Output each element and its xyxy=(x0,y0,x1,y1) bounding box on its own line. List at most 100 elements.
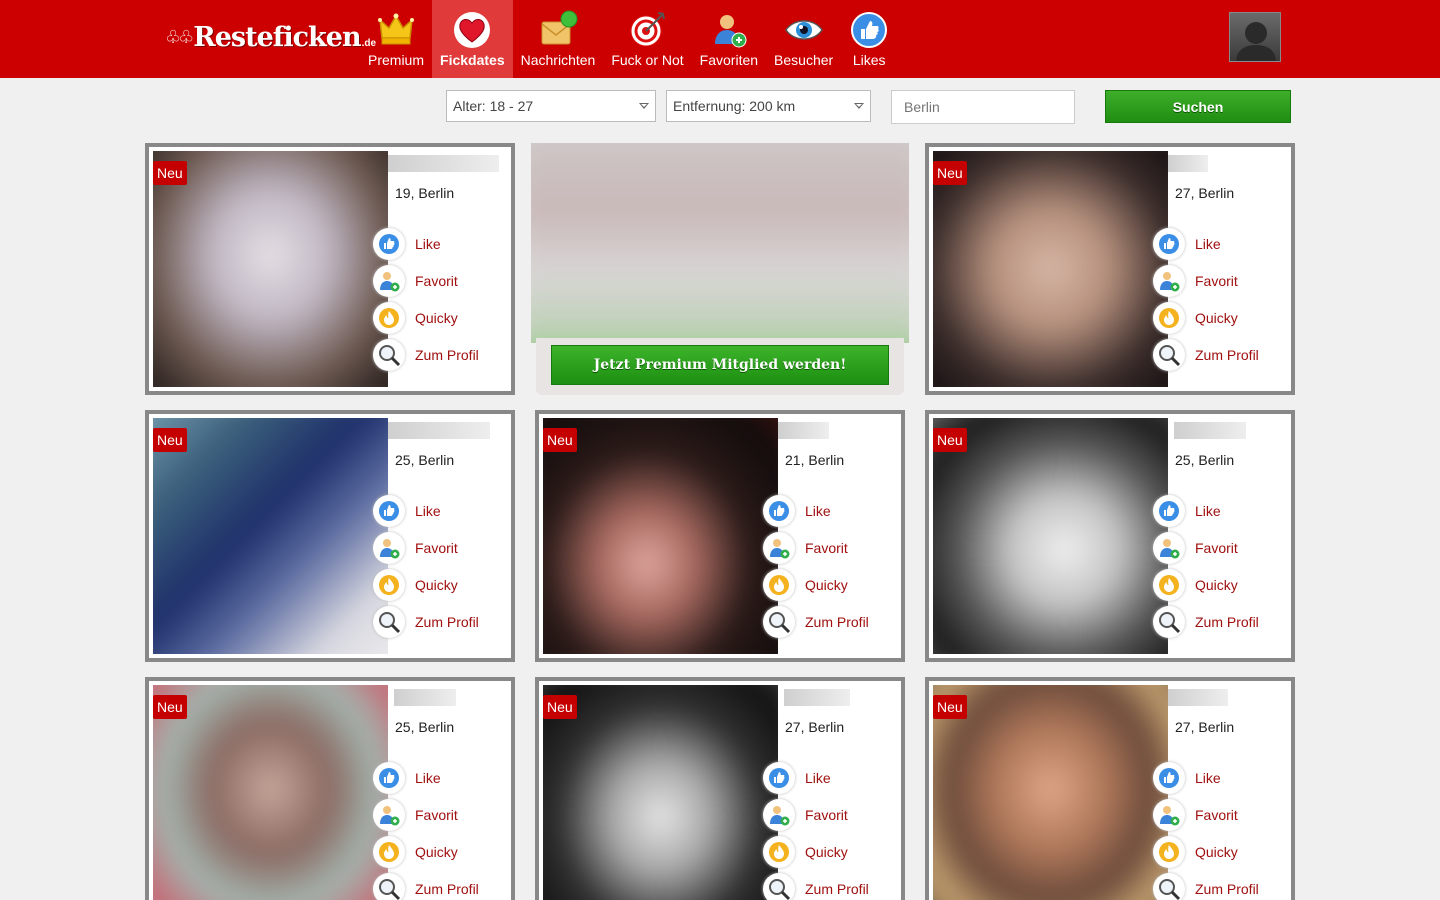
nav-label: Fuck or Not xyxy=(611,52,684,68)
quicky-action[interactable]: Quicky xyxy=(763,566,869,603)
quicky-action[interactable]: Quicky xyxy=(373,833,479,870)
like-action[interactable]: Like xyxy=(1153,759,1259,796)
favorit-action[interactable]: Favorit xyxy=(373,529,479,566)
action-label: Like xyxy=(415,769,441,786)
profile-photo[interactable] xyxy=(933,418,1168,654)
action-label: Zum Profil xyxy=(415,613,479,630)
nav-favoriten[interactable]: Favoriten xyxy=(692,0,766,78)
flame-icon xyxy=(373,568,405,601)
user-avatar[interactable] xyxy=(1229,12,1281,62)
profile-actions: Like Favorit Quicky Zum Profil xyxy=(373,225,479,373)
profile-photo[interactable] xyxy=(543,418,778,654)
user-silhouette-icon xyxy=(1236,22,1276,61)
magnifier-icon xyxy=(763,872,795,900)
nav-premium[interactable]: Premium xyxy=(360,0,432,78)
new-badge: Neu xyxy=(933,161,967,185)
favorit-action[interactable]: Favorit xyxy=(1153,262,1259,299)
thumbs-up-icon xyxy=(1153,227,1185,260)
profile-card[interactable]: Neu 21, Berlin Like Favorit Quicky Zum P… xyxy=(535,410,905,662)
action-label: Favorit xyxy=(1195,272,1238,289)
favorit-action[interactable]: Favorit xyxy=(763,796,869,833)
thumbs-up-icon xyxy=(1153,761,1185,794)
profile-card[interactable]: Neu 25, Berlin Like Favorit Quicky Zum P… xyxy=(925,410,1295,662)
profile-photo[interactable] xyxy=(153,685,388,900)
age-city: 21, Berlin xyxy=(785,452,845,468)
action-label: Like xyxy=(1195,502,1221,519)
profile-card[interactable]: Neu 25, Berlin Like Favorit Quicky Zum P… xyxy=(145,677,515,900)
profile-photo[interactable] xyxy=(543,685,778,900)
flame-icon xyxy=(373,301,405,334)
profile-action[interactable]: Zum Profil xyxy=(763,870,869,900)
like-action[interactable]: Like xyxy=(763,759,869,796)
profile-action[interactable]: Zum Profil xyxy=(763,603,869,640)
action-label: Zum Profil xyxy=(1195,346,1259,363)
quicky-action[interactable]: Quicky xyxy=(763,833,869,870)
nav-label: Favoriten xyxy=(699,52,759,68)
thumbs-up-icon xyxy=(373,494,405,527)
age-city: 27, Berlin xyxy=(1175,719,1235,735)
name-placeholder xyxy=(784,689,850,706)
action-label: Zum Profil xyxy=(1195,880,1259,897)
logo-mark: ♧♧ xyxy=(165,26,194,48)
profile-card[interactable]: Neu 27, Berlin Like Favorit Quicky Zum P… xyxy=(925,143,1295,395)
magnifier-icon xyxy=(1153,338,1185,371)
favorit-action[interactable]: Favorit xyxy=(373,796,479,833)
thumbs-up-icon xyxy=(763,761,795,794)
action-label: Zum Profil xyxy=(805,880,869,897)
profile-action[interactable]: Zum Profil xyxy=(1153,870,1259,900)
messages-icon xyxy=(538,10,578,50)
profile-photo[interactable] xyxy=(153,418,388,654)
favorit-action[interactable]: Favorit xyxy=(1153,529,1259,566)
distance-select[interactable]: Entfernung: 200 km xyxy=(666,90,871,122)
profile-action[interactable]: Zum Profil xyxy=(373,603,479,640)
profile-photo[interactable] xyxy=(933,151,1168,387)
like-action[interactable]: Like xyxy=(373,492,479,529)
like-action[interactable]: Like xyxy=(763,492,869,529)
like-action[interactable]: Like xyxy=(373,759,479,796)
profile-card[interactable]: Neu 19, Berlin Like Favorit Quicky Zum P… xyxy=(145,143,515,395)
profile-action[interactable]: Zum Profil xyxy=(373,870,479,900)
like-action[interactable]: Like xyxy=(1153,225,1259,262)
profile-card[interactable]: Neu 27, Berlin Like Favorit Quicky Zum P… xyxy=(535,677,905,900)
quicky-action[interactable]: Quicky xyxy=(1153,566,1259,603)
like-action[interactable]: Like xyxy=(1153,492,1259,529)
quicky-action[interactable]: Quicky xyxy=(1153,299,1259,336)
nav-nachrichten[interactable]: Nachrichten xyxy=(513,0,604,78)
age-select[interactable]: Alter: 18 - 27 xyxy=(446,90,656,122)
profile-action[interactable]: Zum Profil xyxy=(1153,336,1259,373)
quicky-action[interactable]: Quicky xyxy=(373,299,479,336)
premium-upgrade-button[interactable]: Jetzt Premium Mitglied werden! xyxy=(551,345,889,385)
like-action[interactable]: Like xyxy=(373,225,479,262)
quicky-action[interactable]: Quicky xyxy=(373,566,479,603)
profile-photo[interactable] xyxy=(933,685,1168,900)
main-nav: Premium Fickdates Nachrichten Fuck or No… xyxy=(360,0,897,78)
nav-besucher[interactable]: Besucher xyxy=(766,0,841,78)
favorite-user-icon xyxy=(373,264,405,297)
profile-action[interactable]: Zum Profil xyxy=(373,336,479,373)
favorit-action[interactable]: Favorit xyxy=(373,262,479,299)
chevron-down-icon xyxy=(854,103,864,109)
city-input[interactable] xyxy=(891,90,1075,124)
quicky-action[interactable]: Quicky xyxy=(1153,833,1259,870)
favorit-action[interactable]: Favorit xyxy=(1153,796,1259,833)
nav-fickdates[interactable]: Fickdates xyxy=(432,0,513,78)
name-placeholder xyxy=(388,422,490,439)
new-badge: Neu xyxy=(153,428,187,452)
nav-likes[interactable]: Likes xyxy=(841,0,897,78)
action-label: Zum Profil xyxy=(415,346,479,363)
profile-action[interactable]: Zum Profil xyxy=(1153,603,1259,640)
new-badge: Neu xyxy=(933,428,967,452)
profile-card[interactable]: Neu 27, Berlin Like Favorit Quicky Zum P… xyxy=(925,677,1295,900)
site-logo[interactable]: ♧♧ Resteficken .de xyxy=(165,20,376,54)
name-placeholder xyxy=(1168,689,1228,706)
name-placeholder xyxy=(388,155,499,172)
flame-icon xyxy=(1153,835,1185,868)
nav-fuck-or-not[interactable]: Fuck or Not xyxy=(603,0,691,78)
top-header: ♧♧ Resteficken .de Premium Fickdates Nac… xyxy=(0,0,1440,78)
profile-photo[interactable] xyxy=(153,151,388,387)
search-button[interactable]: Suchen xyxy=(1105,90,1291,123)
nav-label: Fickdates xyxy=(440,52,505,68)
flame-icon xyxy=(1153,301,1185,334)
favorit-action[interactable]: Favorit xyxy=(763,529,869,566)
profile-card[interactable]: Neu 25, Berlin Like Favorit Quicky Zum P… xyxy=(145,410,515,662)
